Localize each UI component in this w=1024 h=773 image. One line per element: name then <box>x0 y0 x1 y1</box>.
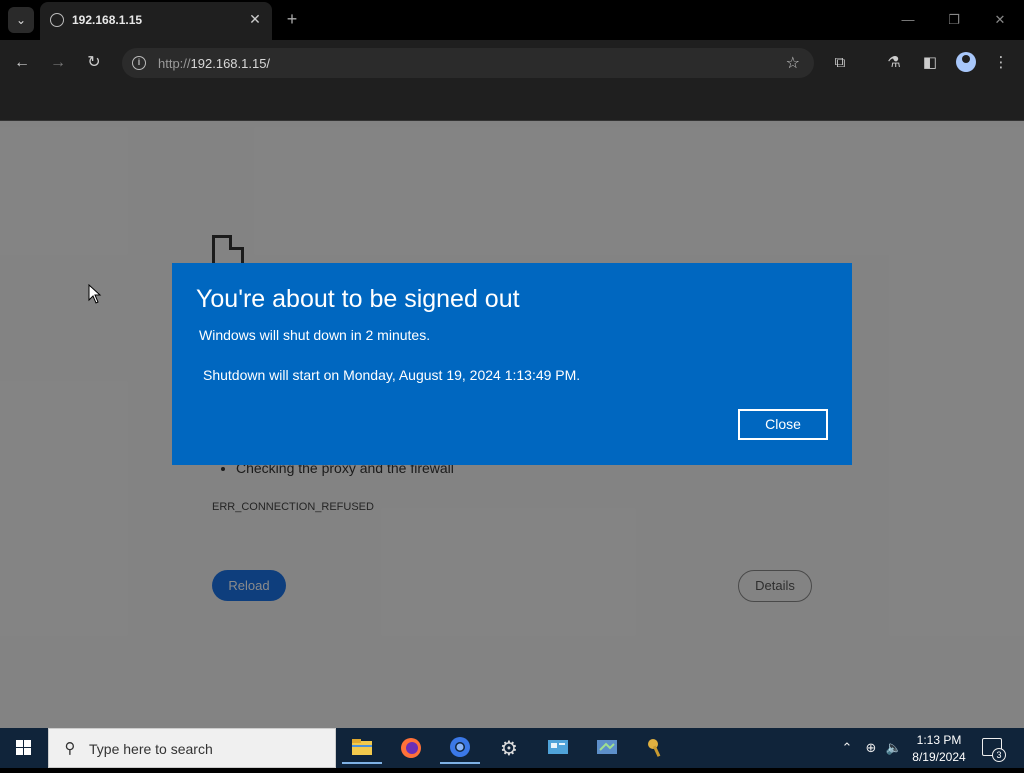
clock-time[interactable]: 1:13 PM <box>906 733 972 747</box>
avatar[interactable] <box>956 52 976 72</box>
volume-muted-icon[interactable]: 🔈 <box>885 739 903 757</box>
screen-app-icon[interactable] <box>587 732 627 764</box>
close-button[interactable]: Close <box>738 409 828 440</box>
kebab-menu-icon[interactable]: ⋮ <box>990 52 1012 74</box>
flask-icon[interactable]: ⚗ <box>883 52 905 74</box>
taskbar-search[interactable]: ⚲ Type here to search <box>48 728 336 768</box>
search-placeholder: Type here to search <box>89 741 213 757</box>
minimize-button[interactable]: — <box>898 10 918 30</box>
chevron-up-icon[interactable]: ⌃ <box>838 739 856 757</box>
clock-date[interactable]: 8/19/2024 <box>906 750 972 764</box>
address-bar[interactable]: i http://192.168.1.15/ ☆ <box>122 48 814 78</box>
taskbar: ⚲ Type here to search ⚙ ⌃ ⊕ 🔈 1:13 PM 8/… <box>0 728 1024 768</box>
window-close-button[interactable]: ✕ <box>990 10 1010 30</box>
keys-app-icon[interactable] <box>636 732 676 764</box>
search-icon: ⚲ <box>64 740 76 757</box>
windows-logo-icon <box>16 740 31 755</box>
info-icon[interactable]: i <box>132 56 146 70</box>
dialog-shutdown-time: Shutdown will start on Monday, August 19… <box>203 367 581 383</box>
side-panel-icon[interactable]: ◧ <box>919 52 941 74</box>
dialog-title: You're about to be signed out <box>196 285 520 313</box>
globe-icon <box>50 13 64 27</box>
settings-icon[interactable]: ⚙ <box>489 732 529 764</box>
tab-search-button[interactable]: ⌄ <box>8 7 34 33</box>
puzzle-icon[interactable]: ⧉ <box>829 52 851 74</box>
control-panel-icon[interactable] <box>538 732 578 764</box>
start-button[interactable] <box>0 728 48 768</box>
restore-button[interactable]: ❐ <box>944 10 964 30</box>
firefox-icon[interactable] <box>391 732 431 764</box>
signout-dialog: You're about to be signed out Windows wi… <box>172 263 852 465</box>
forward-button[interactable]: → <box>47 52 69 74</box>
back-button[interactable]: ← <box>11 52 33 74</box>
star-icon[interactable]: ☆ <box>786 53 800 73</box>
tab-active[interactable]: 192.168.1.15 ✕ <box>40 2 272 40</box>
url-text[interactable]: http://192.168.1.15/ <box>158 56 270 71</box>
notification-count-badge: 3 <box>992 748 1006 762</box>
tab-title: 192.168.1.15 <box>72 13 143 27</box>
close-icon[interactable]: ✕ <box>246 10 264 28</box>
bookmarks-bar <box>0 86 1024 121</box>
file-explorer-icon[interactable] <box>342 732 382 764</box>
mouse-cursor-icon <box>88 284 102 304</box>
chevron-down-icon: ⌄ <box>15 13 27 27</box>
reload-icon[interactable]: ↻ <box>83 52 105 74</box>
new-tab-button[interactable]: + <box>282 9 302 29</box>
network-globe-icon[interactable]: ⊕ <box>862 739 880 757</box>
dialog-message: Windows will shut down in 2 minutes. <box>199 327 431 343</box>
tab-strip: ⌄ 192.168.1.15 ✕ + — ❐ ✕ <box>0 0 1024 40</box>
browser-toolbar: ← → ↻ i http://192.168.1.15/ ☆ ⧉ ⚗ ◧ ⋮ <box>0 40 1024 86</box>
chrome-icon[interactable] <box>440 732 480 764</box>
